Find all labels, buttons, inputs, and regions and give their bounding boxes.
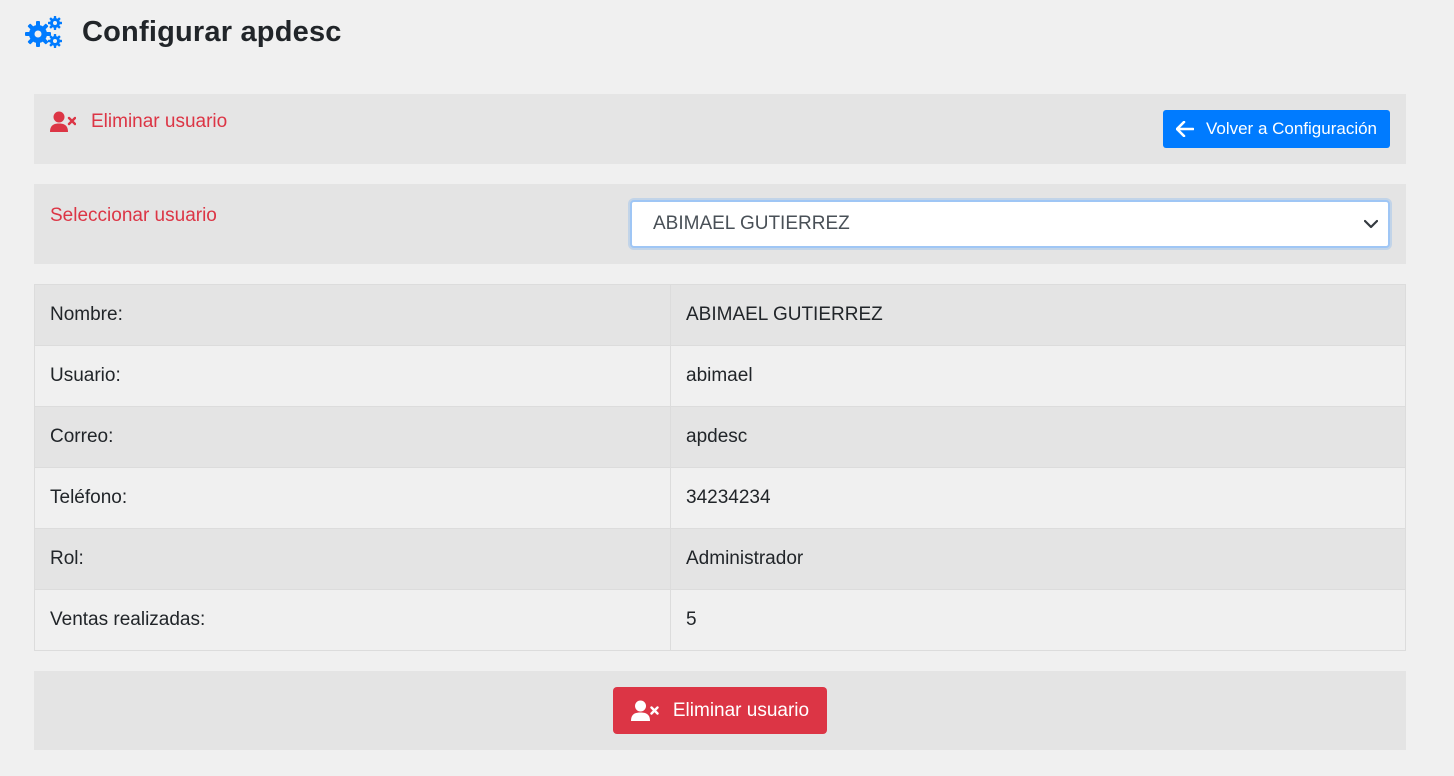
delete-button-label: Eliminar usuario xyxy=(672,699,810,721)
user-details-table: Nombre: ABIMAEL GUTIERREZ Usuario: abima… xyxy=(34,284,1406,651)
table-row: Usuario: abimael xyxy=(34,345,1406,407)
detail-value: apdesc xyxy=(670,406,1406,468)
user-select[interactable]: ABIMAEL GUTIERREZ xyxy=(630,200,1390,248)
page-header: Configurar apdesc xyxy=(24,12,342,52)
chevron-down-icon xyxy=(1364,219,1378,229)
table-row: Correo: apdesc xyxy=(34,406,1406,468)
detail-label: Nombre: xyxy=(34,284,671,346)
user-selector-panel: Seleccionar usuario ABIMAEL GUTIERREZ xyxy=(34,184,1406,264)
user-select-value: ABIMAEL GUTIERREZ xyxy=(653,213,850,234)
panel-footer: Eliminar usuario xyxy=(34,671,1406,750)
panel-title: Eliminar usuario xyxy=(50,111,227,133)
detail-value: abimael xyxy=(670,345,1406,407)
gears-icon xyxy=(25,16,62,48)
panel-title-label: Eliminar usuario xyxy=(91,111,228,132)
detail-value: Administrador xyxy=(670,528,1406,590)
delete-user-button[interactable]: Eliminar usuario xyxy=(613,687,827,734)
table-row: Teléfono: 34234234 xyxy=(34,467,1406,529)
page-title: Configurar apdesc xyxy=(82,15,342,48)
user-times-icon xyxy=(50,111,76,132)
select-user-label: Seleccionar usuario xyxy=(50,205,217,226)
table-row: Rol: Administrador xyxy=(34,528,1406,590)
detail-value: 34234234 xyxy=(670,467,1406,529)
detail-label: Rol: xyxy=(34,528,671,590)
table-row: Nombre: ABIMAEL GUTIERREZ xyxy=(34,284,1406,346)
back-to-config-button[interactable]: Volver a Configuración xyxy=(1163,110,1390,148)
arrow-left-icon xyxy=(1175,121,1194,137)
detail-value: 5 xyxy=(670,589,1406,651)
detail-label: Usuario: xyxy=(34,345,671,407)
detail-value: ABIMAEL GUTIERREZ xyxy=(670,284,1406,346)
panel-header: Eliminar usuario Volver a Configuración xyxy=(34,94,1406,164)
detail-label: Teléfono: xyxy=(34,467,671,529)
user-times-icon xyxy=(630,700,659,721)
detail-label: Ventas realizadas: xyxy=(34,589,671,651)
table-row: Ventas realizadas: 5 xyxy=(34,589,1406,651)
back-button-label: Volver a Configuración xyxy=(1205,119,1378,138)
detail-label: Correo: xyxy=(34,406,671,468)
